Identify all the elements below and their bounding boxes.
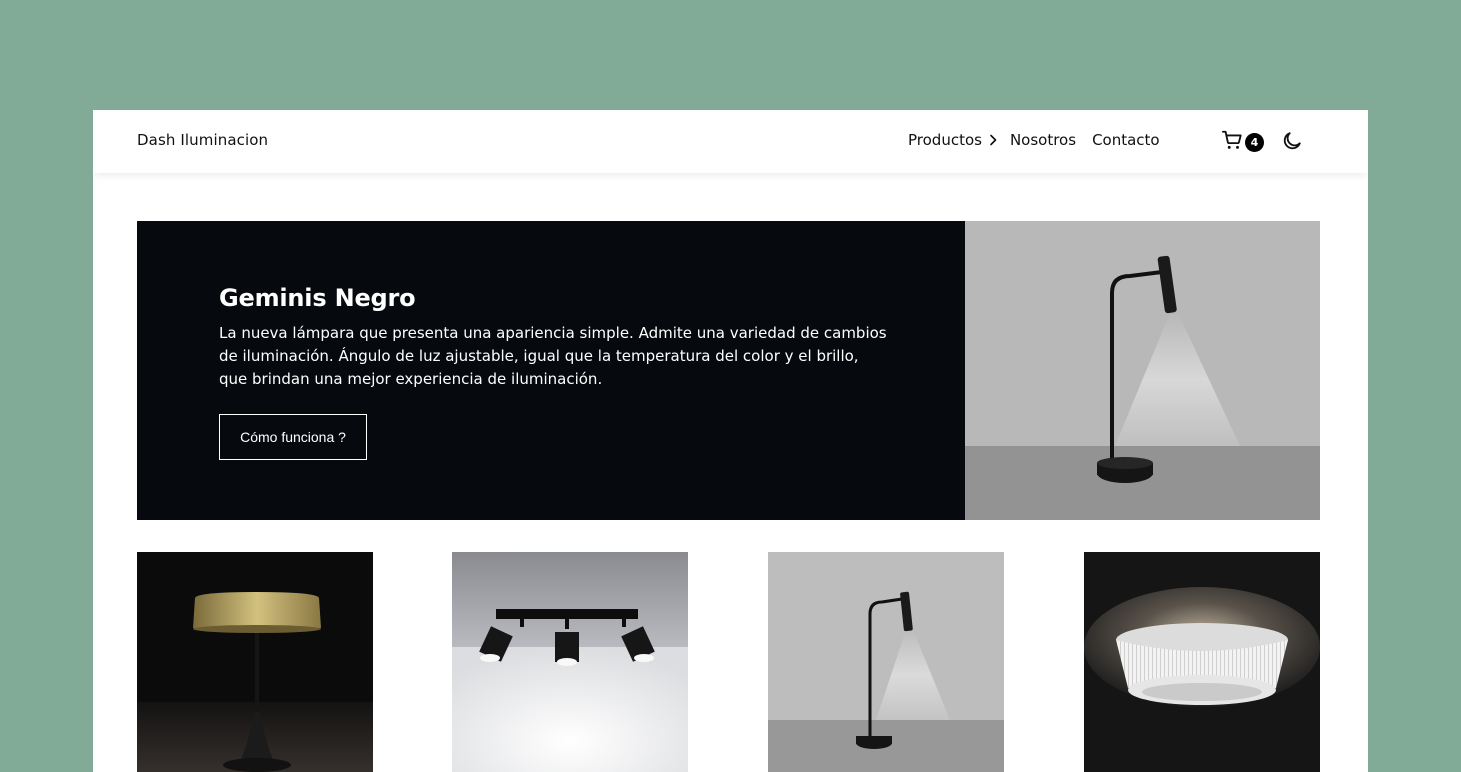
product-card-pleated-ceiling-lamp[interactable] xyxy=(1084,552,1320,772)
product-card-triple-spotlight[interactable] xyxy=(452,552,688,772)
navbar: Dash Iluminacion Productos Nosotros Cont… xyxy=(93,110,1368,173)
shopping-cart-icon xyxy=(1221,129,1243,155)
chevron-right-icon xyxy=(988,134,998,146)
hero-lamp-image xyxy=(965,221,1320,520)
how-it-works-button[interactable]: Cómo funciona ? xyxy=(219,414,367,460)
browser-page: Dash Iluminacion Productos Nosotros Cont… xyxy=(93,110,1368,772)
nav-contacto[interactable]: Contacto xyxy=(1092,131,1160,149)
brand-logo[interactable]: Dash Iluminacion xyxy=(137,131,268,149)
hero-banner: Geminis Negro La nueva lámpara que prese… xyxy=(137,221,1320,520)
nav-productos-label: Productos xyxy=(908,131,982,149)
moon-icon xyxy=(1281,132,1303,156)
hero-title: Geminis Negro xyxy=(219,284,416,312)
cart-button[interactable]: 4 xyxy=(1221,129,1264,155)
nav-links: Productos Nosotros Contacto xyxy=(908,131,1160,149)
cart-count-badge: 4 xyxy=(1245,132,1264,152)
nav-productos[interactable]: Productos xyxy=(908,131,1010,149)
product-card-geminis-desk-lamp[interactable] xyxy=(768,552,1004,772)
hero-description: La nueva lámpara que presenta una aparie… xyxy=(219,324,887,388)
theme-toggle-button[interactable] xyxy=(1281,130,1303,156)
product-grid xyxy=(137,552,1320,772)
nav-nosotros[interactable]: Nosotros xyxy=(1010,131,1076,149)
product-card-brass-table-lamp[interactable] xyxy=(137,552,373,772)
